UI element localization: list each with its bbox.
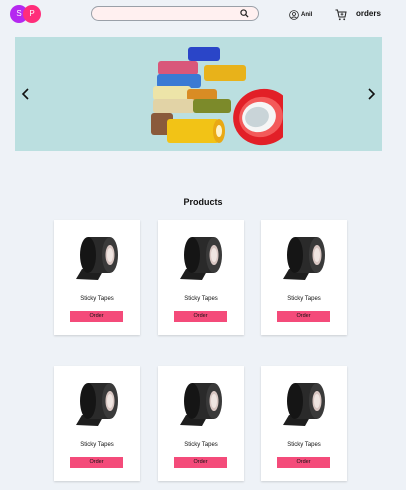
search-input[interactable] xyxy=(92,11,232,24)
order-button[interactable]: Order xyxy=(277,311,330,322)
order-button[interactable]: Order xyxy=(174,457,227,468)
product-name: Sticky Tapes xyxy=(184,442,218,448)
user-menu[interactable]: Anil xyxy=(289,9,312,21)
product-name: Sticky Tapes xyxy=(287,296,321,302)
product-name: Sticky Tapes xyxy=(80,296,114,302)
product-card[interactable]: Sticky Tapes Order xyxy=(261,220,347,335)
product-card[interactable]: Sticky Tapes Order xyxy=(158,366,244,481)
tape-roll-image xyxy=(279,233,329,283)
chevron-left-icon[interactable] xyxy=(20,87,32,101)
user-name: Anil xyxy=(301,12,313,18)
chevron-right-icon[interactable] xyxy=(365,87,377,101)
search-icon[interactable] xyxy=(240,9,249,18)
tape-roll-image xyxy=(72,379,122,429)
order-button[interactable]: Order xyxy=(277,457,330,468)
tape-roll-image xyxy=(279,379,329,429)
product-card[interactable]: Sticky Tapes Order xyxy=(54,220,140,335)
tape-roll-image xyxy=(176,379,226,429)
product-card[interactable]: Sticky Tapes Order xyxy=(54,366,140,481)
order-button[interactable]: Order xyxy=(174,311,227,322)
order-button[interactable]: Order xyxy=(70,311,123,322)
tape-rolls-image xyxy=(151,47,283,146)
product-card[interactable]: Sticky Tapes Order xyxy=(158,220,244,335)
orders-link[interactable]: orders xyxy=(356,9,381,18)
hero-carousel xyxy=(15,37,382,151)
cart-icon[interactable] xyxy=(335,9,347,21)
product-name: Sticky Tapes xyxy=(287,442,321,448)
logo-letter-p: P xyxy=(23,5,41,23)
products-heading: Products xyxy=(183,197,223,207)
tape-roll-image xyxy=(176,233,226,283)
search-bar xyxy=(91,6,259,24)
product-card[interactable]: Sticky Tapes Order xyxy=(261,366,347,481)
tape-roll-image xyxy=(72,233,122,283)
header: S P Anil orders xyxy=(0,0,406,30)
product-name: Sticky Tapes xyxy=(184,296,218,302)
logo[interactable]: S P xyxy=(10,5,42,25)
order-button[interactable]: Order xyxy=(70,457,123,468)
user-circle-icon xyxy=(289,10,299,20)
product-name: Sticky Tapes xyxy=(80,442,114,448)
